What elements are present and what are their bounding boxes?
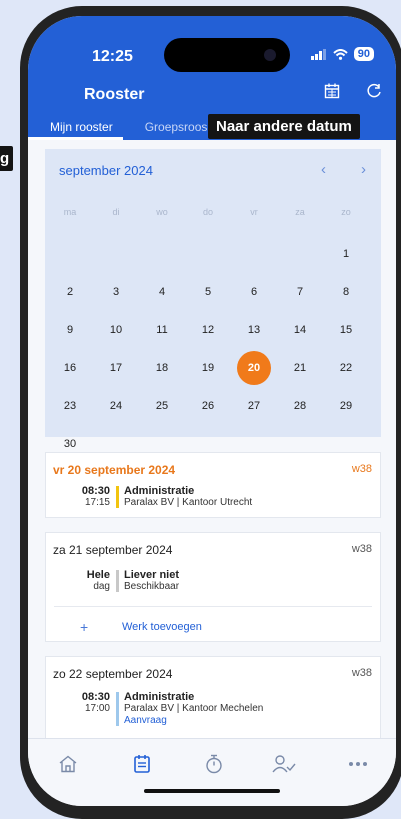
shift-entry[interactable]: 08:30 17:15 Administratie Paralax BV | K… [46, 485, 380, 519]
calendar-day[interactable]: 19 [191, 351, 225, 385]
home-indicator [144, 789, 280, 793]
calendar-day[interactable]: 21 [283, 351, 317, 385]
calendar-day[interactable]: 24 [99, 389, 133, 423]
shift-entry[interactable]: 08:30 17:00 Administratie Paralax BV | K… [46, 691, 380, 739]
week-label: w38 [351, 543, 372, 555]
divider [54, 606, 372, 607]
start-time: Hele [86, 569, 110, 581]
dynamic-island [164, 38, 290, 72]
end-time: 17:15 [84, 497, 110, 508]
calendar-day[interactable]: 9 [53, 313, 87, 347]
weekday-label: za [295, 207, 305, 217]
wifi-icon [333, 48, 348, 60]
entry-color-bar [116, 570, 119, 592]
entry-location: Paralax BV | Kantoor Mechelen [124, 703, 264, 714]
end-time: 17:00 [84, 703, 110, 714]
weekday-label: zo [341, 207, 351, 217]
day-card-20[interactable]: vr 20 september 2024 w38 08:30 17:15 Adm… [45, 452, 381, 518]
calendar-day[interactable]: 12 [191, 313, 225, 347]
entry-location: Paralax BV | Kantoor Utrecht [124, 497, 253, 508]
calendar-day[interactable]: 22 [329, 351, 363, 385]
day-card-21[interactable]: za 21 september 2024 w38 Hele dag Liever… [45, 532, 381, 642]
calendar-day[interactable]: 25 [145, 389, 179, 423]
entry-status: Beschikbaar [124, 581, 180, 592]
entry-title: Liever niet [124, 569, 180, 581]
calendar-day[interactable]: 27 [237, 389, 271, 423]
day-date: vr 20 september 2024 [53, 463, 176, 477]
calendar-day[interactable]: 17 [99, 351, 133, 385]
day-date: za 21 september 2024 [53, 543, 173, 557]
entry-color-bar [116, 692, 119, 726]
calendar-day[interactable]: 8 [329, 275, 363, 309]
calendar-icon[interactable] [324, 83, 340, 104]
next-month-icon[interactable]: › [361, 161, 366, 178]
calendar-day[interactable]: 15 [329, 313, 363, 347]
calendar-day[interactable]: 10 [99, 313, 133, 347]
calendar-day[interactable]: 2 [53, 275, 87, 309]
more-icon[interactable] [340, 749, 376, 779]
status-icons: 90 [310, 47, 374, 61]
add-icon[interactable]: + [80, 619, 88, 635]
day-card-22[interactable]: zo 22 september 2024 w38 08:30 17:00 Adm… [45, 656, 381, 742]
calendar-day[interactable]: 4 [145, 275, 179, 309]
battery-indicator: 90 [353, 47, 374, 61]
bottom-navigation [28, 738, 396, 806]
signal-icon [310, 48, 326, 60]
calendar-day[interactable]: 1 [329, 237, 363, 271]
tab-group-schedule[interactable]: Groepsroos [123, 114, 208, 140]
calendar-day-selected[interactable]: 20 [237, 351, 271, 385]
refresh-icon[interactable] [366, 83, 382, 104]
calendar-day[interactable]: 11 [145, 313, 179, 347]
side-tooltip-fragment: g [0, 146, 14, 171]
week-label: w38 [351, 667, 372, 679]
weekday-label: vr [250, 207, 258, 217]
page-title: Rooster [84, 86, 145, 103]
calendar-day[interactable]: 3 [99, 275, 133, 309]
weekday-label: ma [63, 207, 77, 217]
end-time: dag [93, 581, 110, 592]
app-screen: 12:25 90 Rooster Mijn rooster Groepsroos… [28, 16, 396, 806]
calendar-month-label: september 2024 [59, 163, 153, 178]
calendar-day[interactable]: 16 [53, 351, 87, 385]
user-check-icon[interactable] [266, 749, 302, 779]
tab-my-schedule[interactable]: Mijn rooster [28, 114, 123, 140]
start-time: 08:30 [81, 691, 110, 703]
home-icon[interactable] [50, 749, 86, 779]
calendar-day[interactable]: 7 [283, 275, 317, 309]
calendar-day[interactable]: 18 [145, 351, 179, 385]
entry-title: Administratie [124, 691, 195, 703]
calendar-day[interactable]: 14 [283, 313, 317, 347]
prev-month-icon[interactable]: ‹ [321, 161, 326, 178]
entry-title: Administratie [124, 485, 195, 497]
calendar-day[interactable]: 29 [329, 389, 363, 423]
request-link[interactable]: Aanvraag [124, 715, 167, 726]
calendar-day[interactable]: 13 [237, 313, 271, 347]
entry-color-bar [116, 486, 119, 508]
weekday-label: wo [156, 207, 168, 217]
calendar-day[interactable]: 28 [283, 389, 317, 423]
week-label: w38 [351, 463, 372, 475]
weekday-label: di [112, 207, 120, 217]
calendar-day[interactable]: 26 [191, 389, 225, 423]
app-header: 12:25 90 Rooster Mijn rooster Groepsroos… [28, 16, 396, 140]
month-calendar: september 2024 ‹ › ma di wo do vr za zo 1 2 3 4 5 6 7… [45, 149, 381, 450]
status-time: 12:25 [92, 48, 133, 65]
calendar-day[interactable]: 23 [53, 389, 87, 423]
add-work-link[interactable]: Werk toevoegen [122, 621, 202, 633]
availability-entry[interactable]: Hele dag Liever niet Beschikbaar [46, 569, 380, 603]
phone-frame: 12:25 90 Rooster Mijn rooster Groepsroos… [20, 6, 401, 819]
start-time: 08:30 [81, 485, 110, 497]
calendar-day[interactable]: 6 [237, 275, 271, 309]
weekday-label: do [202, 207, 213, 217]
day-date: zo 22 september 2024 [53, 667, 173, 681]
timer-icon[interactable] [196, 749, 232, 779]
schedule-icon[interactable] [124, 749, 160, 779]
date-tooltip: Naar andere datum [208, 114, 360, 139]
calendar-day[interactable]: 5 [191, 275, 225, 309]
